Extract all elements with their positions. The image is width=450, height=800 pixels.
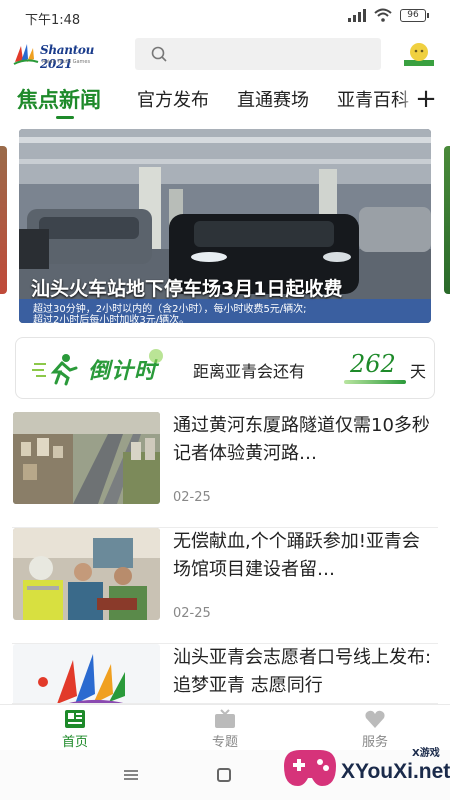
news-banner[interactable]: 汕头火车站地下停车场3月1日起收费 超过30分钟，2小时以内的（含2小时），每小… bbox=[19, 129, 431, 323]
menu-icon[interactable] bbox=[124, 770, 138, 780]
service-heart-icon bbox=[365, 710, 385, 728]
news-list-item[interactable]: 汕头亚青会志愿者口号线上发布:追梦亚青 志愿同行 bbox=[0, 644, 450, 704]
active-tab-indicator bbox=[56, 116, 74, 119]
logo-subtext: Asian Youth Games bbox=[42, 59, 91, 65]
home-square-icon[interactable] bbox=[217, 768, 231, 782]
banner-title: 汕头火车站地下停车场3月1日起收费 bbox=[31, 278, 343, 300]
countdown-title: 倒计时 bbox=[88, 349, 164, 385]
wifi-icon bbox=[374, 8, 392, 22]
search-icon bbox=[151, 46, 167, 62]
home-news-icon bbox=[65, 710, 85, 728]
nav-topics[interactable]: 专题 bbox=[180, 709, 270, 750]
tab-focus-news[interactable]: 焦点新闻 bbox=[17, 84, 101, 114]
city-aerial-image bbox=[13, 412, 160, 504]
tab-fade bbox=[400, 80, 414, 122]
app-logo: Shantou 2021 Asian Youth Games bbox=[12, 40, 112, 71]
watermark-text: XYouXi.net bbox=[341, 760, 450, 783]
banner-prev-peek[interactable] bbox=[0, 146, 7, 294]
news-thumbnail bbox=[13, 644, 160, 704]
countdown-label: 距离亚青会还有 bbox=[193, 362, 306, 381]
news-thumbnail bbox=[13, 528, 160, 620]
plus-icon[interactable]: + bbox=[414, 84, 438, 114]
news-title: 无偿献血,个个踊跃参加!亚青会场馆项目建设者留… bbox=[173, 531, 420, 580]
news-title: 通过黄河东厦路隧道仅需10多秒 记者体验黄河路… bbox=[173, 415, 430, 464]
topics-tv-icon bbox=[215, 709, 235, 728]
volunteer-logo-image bbox=[13, 644, 160, 704]
countdown-card: 倒计时 距离亚青会还有 262 天 bbox=[15, 337, 435, 399]
news-date: 02-25 bbox=[173, 606, 211, 621]
news-date: 02-25 bbox=[173, 490, 211, 505]
signal-icon bbox=[348, 8, 366, 22]
logo-emblem-icon bbox=[13, 44, 39, 65]
nav-home-label: 首页 bbox=[61, 735, 88, 750]
tab-official-release[interactable]: 官方发布 bbox=[137, 86, 209, 112]
watermark-small-text: X游戏 bbox=[412, 748, 440, 759]
nav-topics-label: 专题 bbox=[211, 735, 238, 750]
logo-text: Shantou 2021 bbox=[40, 43, 95, 71]
news-list-item[interactable]: 通过黄河东厦路隧道仅需10多秒 记者体验黄河路… 02-25 bbox=[0, 412, 450, 528]
news-thumbnail bbox=[13, 412, 160, 504]
runner-icon bbox=[32, 354, 78, 386]
countdown-underline bbox=[344, 380, 406, 384]
tab-direct-venue[interactable]: 直通赛场 bbox=[237, 86, 309, 112]
countdown-days: 262 bbox=[350, 350, 396, 378]
battery-icon: 96 bbox=[400, 8, 429, 22]
blood-donation-image bbox=[13, 528, 160, 620]
status-time: 下午1:48 bbox=[25, 13, 81, 28]
category-tabs: 焦点新闻 官方发布 直通赛场 亚青百科 + bbox=[0, 80, 450, 122]
site-watermark: X游戏 XYouXi.net bbox=[278, 736, 450, 796]
banner-caption-line2: 超过2小时后每小时加收3元/辆次。 bbox=[33, 315, 190, 323]
status-icons: 96 bbox=[348, 8, 429, 22]
tab-encyclopedia[interactable]: 亚青百科 bbox=[337, 86, 409, 112]
user-avatar-icon[interactable] bbox=[404, 40, 434, 68]
news-title: 汕头亚青会志愿者口号线上发布:追梦亚青 志愿同行 bbox=[173, 647, 432, 696]
news-list-item[interactable]: 无偿献血,个个踊跃参加!亚青会场馆项目建设者留… 02-25 bbox=[0, 528, 450, 644]
countdown-unit: 天 bbox=[410, 362, 427, 381]
app-header: Shantou 2021 Asian Youth Games bbox=[0, 34, 450, 78]
search-input[interactable] bbox=[135, 38, 381, 70]
gamepad-logo-icon bbox=[284, 750, 336, 786]
banner-caption: 超过30分钟，2小时以内的（含2小时），每小时收费5元/辆次; 超过2小时后每小… bbox=[19, 299, 431, 323]
banner-next-peek[interactable] bbox=[444, 146, 450, 294]
status-bar: 下午1:48 96 bbox=[0, 0, 450, 34]
nav-home[interactable]: 首页 bbox=[30, 709, 120, 750]
